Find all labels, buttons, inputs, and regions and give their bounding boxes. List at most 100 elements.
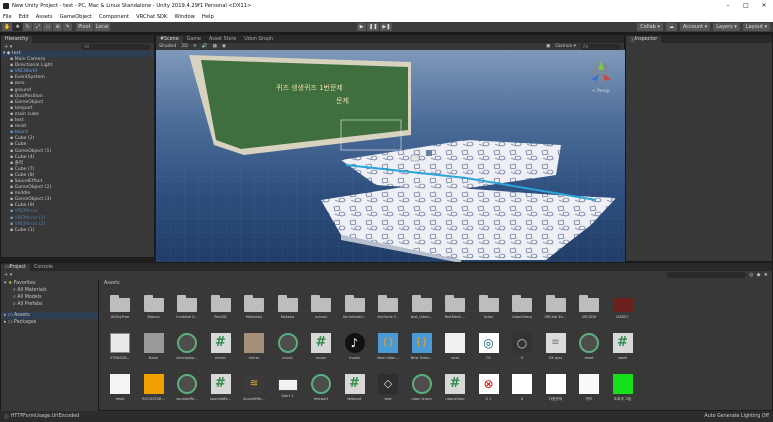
tab-hierarchy[interactable]: Hierarchy — [1, 36, 33, 43]
tab-game[interactable]: Game — [182, 36, 205, 43]
asset-item[interactable]: udon sharp — [406, 374, 438, 401]
packages-folder-row[interactable]: ▸ ▭ Packages — [1, 319, 98, 326]
favorite-item[interactable]: ⌕ All Prefabs — [1, 301, 98, 308]
tab-project[interactable]: ▭ Project — [1, 264, 30, 271]
minimize-button[interactable]: – — [719, 0, 737, 12]
asset-item[interactable]: next — [439, 333, 471, 360]
favorite-item[interactable]: ⌕ All Materials — [1, 287, 98, 294]
filter-icon[interactable]: ◎ — [749, 272, 753, 278]
effects-icon[interactable]: ▦ — [213, 44, 217, 49]
maximize-button[interactable]: □ — [737, 0, 755, 12]
asset-item[interactable]: Bank — [138, 333, 170, 360]
asset-item[interactable]: SerialisedU... — [339, 292, 371, 319]
visibility-icon[interactable]: ◉ — [222, 44, 226, 49]
star-icon[interactable]: ★ — [764, 272, 768, 278]
rect-tool-icon[interactable]: ▭ — [43, 23, 53, 31]
asset-item[interactable]: # soundeffe... — [205, 374, 237, 401]
tab-inspector[interactable]: ⓘ Inspector — [626, 36, 662, 43]
hierarchy-item[interactable]: ▪ Cube (1) — [1, 228, 154, 234]
label-icon[interactable]: ◆ — [757, 272, 761, 278]
asset-item[interactable]: ◎ O1 — [473, 333, 505, 360]
menu-file[interactable]: File — [3, 14, 12, 20]
asset-item[interactable]: Udon — [473, 292, 505, 319]
asset-item[interactable]: AllSkyFree — [104, 292, 136, 319]
account-dropdown[interactable]: Account ▾ — [679, 23, 711, 31]
asset-item[interactable]: mirror — [238, 333, 270, 360]
asset-item[interactable]: Start 1 — [272, 374, 304, 398]
menu-assets[interactable]: Assets — [36, 14, 53, 20]
asset-item[interactable]: teleport — [305, 374, 337, 401]
pause-icon[interactable]: ❚❚ — [367, 23, 380, 31]
tab-console[interactable]: Console — [29, 264, 58, 271]
menu-component[interactable]: Component — [99, 14, 129, 20]
asset-item[interactable]: # mirror — [205, 333, 237, 360]
scene-viewport[interactable]: 퀴즈 생생퀴즈 1번문제 문제 < Persp — [156, 50, 626, 263]
hand-tool-icon[interactable]: ✋ — [2, 23, 13, 31]
step-icon[interactable]: ▶❚ — [380, 23, 393, 31]
local-toggle[interactable]: Local — [93, 23, 111, 31]
asset-item[interactable]: music — [272, 333, 304, 360]
asset-item[interactable]: UdonSharp — [506, 292, 538, 319]
collab-dropdown[interactable]: Collab ▾ — [637, 23, 663, 31]
asset-item[interactable]: ◇ test — [372, 374, 404, 401]
hierarchy-search-input[interactable]: All — [81, 44, 151, 50]
asset-item[interactable]: 다음문제 — [540, 374, 572, 402]
menu-edit[interactable]: Edit — [19, 14, 29, 20]
asset-item[interactable]: # reset — [607, 333, 639, 360]
asset-item[interactable]: TextMesh ... — [439, 292, 471, 319]
tab-asset-store[interactable]: Asset Store — [204, 36, 241, 43]
asset-item[interactable]: 퀴즈 — [573, 374, 605, 402]
play-icon[interactable]: ▶ — [357, 23, 366, 31]
asset-item[interactable]: ♪ music — [339, 333, 371, 360]
asset-item[interactable]: school — [305, 292, 337, 319]
asset-item[interactable]: {} New Udon... — [372, 333, 404, 360]
pivot-toggle[interactable]: Pivot — [76, 23, 93, 31]
asset-item[interactable]: ⊗ X 1 — [473, 374, 505, 401]
menu-window[interactable]: Window — [174, 14, 194, 20]
move-tool-icon[interactable]: ✥ — [13, 23, 23, 31]
asset-item[interactable]: VRCSDK — [573, 292, 605, 319]
asset-item[interactable]: soundeffe... — [171, 374, 203, 401]
asset-item[interactable]: Bianca — [138, 292, 170, 319]
audio-icon[interactable]: 🔊 — [202, 44, 208, 49]
asset-item[interactable]: X — [506, 374, 538, 401]
asset-item[interactable]: ○ O — [506, 333, 538, 360]
asset-item[interactable]: 초록색 그림 — [607, 374, 639, 402]
asset-item[interactable]: Materials — [238, 292, 270, 319]
asset-item[interactable]: ROCKSTAR... — [138, 374, 170, 401]
asset-item[interactable]: Polo3D — [205, 292, 237, 319]
menu-gameobject[interactable]: GameObject — [60, 14, 92, 20]
camera-icon[interactable]: ▣ — [546, 44, 550, 49]
asset-item[interactable]: 5TRKSGB... — [104, 333, 136, 360]
asset-item[interactable]: test_Udon... — [406, 292, 438, 319]
asset-item[interactable]: # udonsharp — [439, 374, 471, 401]
favorite-item[interactable]: ⌕ All Models — [1, 294, 98, 301]
asset-item[interactable]: ≡ OX quiz — [540, 333, 572, 360]
cloud-icon[interactable]: ☁ — [665, 23, 677, 31]
2d-toggle[interactable]: 2D — [181, 44, 187, 49]
asset-item[interactable]: Invisible S... — [171, 292, 203, 319]
asset-item[interactable]: reset — [104, 374, 136, 401]
rotate-tool-icon[interactable]: ↻ — [23, 23, 33, 31]
scale-tool-icon[interactable]: ⤢ — [33, 23, 43, 31]
favorites-row[interactable]: ▾ ★ Favorites — [1, 280, 98, 287]
asset-item[interactable]: # music — [305, 333, 337, 360]
custom-tool-icon[interactable]: ✎ — [63, 23, 73, 31]
gizmos-dropdown[interactable]: Gizmos ▾ — [555, 44, 576, 49]
layers-dropdown[interactable]: Layers ▾ — [713, 23, 740, 31]
asset-item[interactable]: {} New Udon... — [406, 333, 438, 360]
scene-search-input[interactable]: All — [581, 43, 621, 50]
project-search-input[interactable] — [666, 272, 747, 278]
menu-vrchat-sdk[interactable]: VRChat SDK — [136, 14, 167, 20]
assets-folder-row[interactable]: ▸ ▭ Assets — [1, 312, 98, 319]
layout-dropdown[interactable]: Layout ▾ — [742, 23, 770, 31]
tab-scene[interactable]: # Scene — [156, 36, 183, 43]
asset-item[interactable]: Nokaka — [272, 292, 304, 319]
create-plus-icon[interactable]: + ▾ — [4, 272, 12, 278]
asset-item[interactable]: SkySerie F... — [372, 292, 404, 319]
transform-tool-icon[interactable]: ⊕ — [53, 23, 63, 31]
asset-item[interactable]: VRChat Ex... — [540, 292, 572, 319]
asset-item[interactable]: ≋ SoundEffe... — [238, 374, 270, 401]
tab-udon-graph[interactable]: Udon Graph — [240, 36, 278, 43]
create-plus-icon[interactable]: + ▾ — [4, 44, 12, 50]
